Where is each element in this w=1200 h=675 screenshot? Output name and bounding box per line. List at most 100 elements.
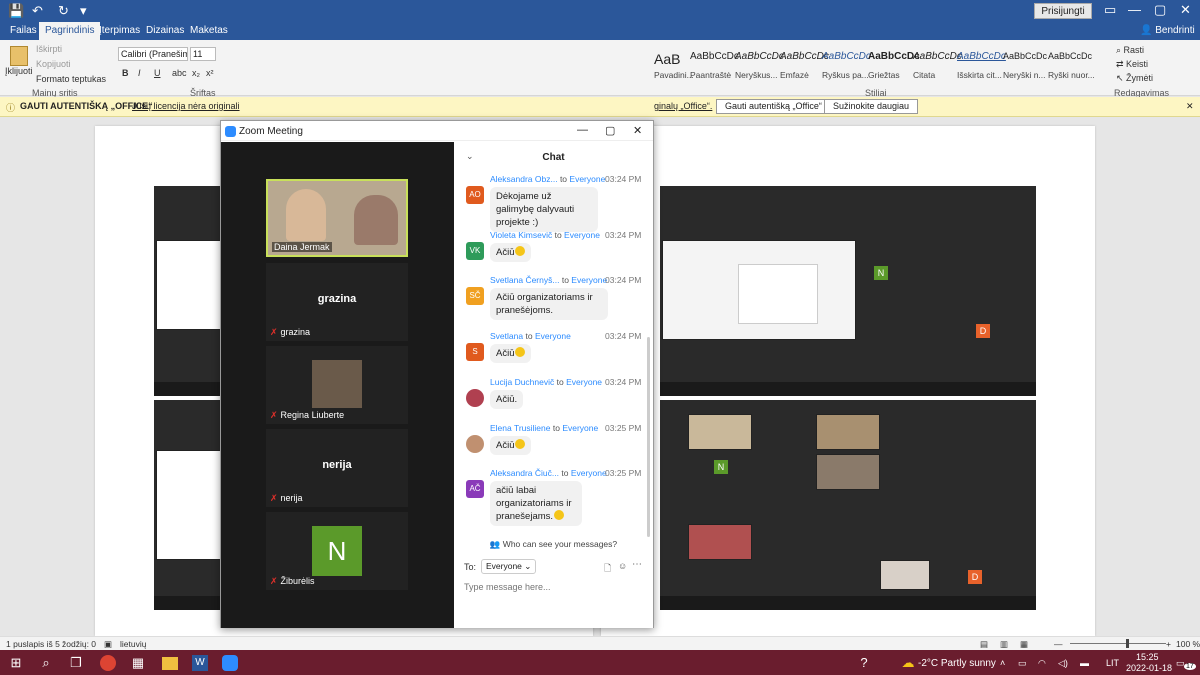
- maximize-icon[interactable]: ▢: [605, 124, 615, 137]
- msgbar-text[interactable]: Jūsų licencija nėra originali: [132, 101, 240, 111]
- msgbar-text-cont[interactable]: ginalų „Office“.: [654, 101, 712, 111]
- participant-tile[interactable]: ✗ Regina Liuberte: [266, 346, 408, 424]
- style-item[interactable]: AaBbCcDc Ryškus pa...: [822, 51, 871, 80]
- zoom-app-icon[interactable]: [222, 655, 238, 671]
- windows-start-icon[interactable]: ⊞: [8, 655, 24, 671]
- search-icon[interactable]: ⌕: [38, 655, 54, 671]
- weather-text[interactable]: -2°C Partly sunny: [918, 658, 996, 669]
- style-item[interactable]: AaBbCcDc Citata: [913, 51, 962, 80]
- style-item[interactable]: AaB Pavadini...: [654, 51, 694, 80]
- participant-tile[interactable]: N ✗ Žiburėlis: [266, 512, 408, 590]
- close-icon[interactable]: ✕: [1180, 2, 1191, 18]
- chat-message-input[interactable]: [464, 579, 644, 595]
- zoom-in-icon[interactable]: +: [1166, 639, 1171, 649]
- format-painter-button[interactable]: Formato teptukas: [36, 74, 106, 84]
- who-can-see-link[interactable]: 👥 Who can see your messages?: [454, 539, 653, 550]
- language-indicator[interactable]: lietuvių: [120, 639, 146, 649]
- font-name-box[interactable]: Calibri (Pranešimų: [118, 47, 188, 61]
- tab-layout[interactable]: Maketas: [190, 25, 228, 36]
- zoom-out-icon[interactable]: —: [1054, 639, 1063, 649]
- style-item[interactable]: AaBbCcDc Griežtas: [868, 51, 920, 80]
- recipient-select[interactable]: Everyone ⌄: [481, 559, 537, 574]
- word-count[interactable]: žodžių: 0: [62, 639, 96, 649]
- replace-button[interactable]: ⇄ Keisti: [1116, 59, 1148, 70]
- avatar: AČ: [466, 480, 484, 498]
- find-button[interactable]: ⌕ Rasti: [1116, 45, 1144, 56]
- italic-icon[interactable]: I: [138, 68, 141, 78]
- close-icon[interactable]: ✕: [1186, 101, 1194, 112]
- style-item[interactable]: AaBbCcDc Neryški n...: [1003, 51, 1047, 80]
- mic-muted-icon: ✗: [270, 410, 278, 420]
- word-status-bar: 1 puslapis iš 5 žodžių: 0 ▣ lietuvių ▤ ▥…: [0, 636, 1200, 650]
- copy-button[interactable]: Kopijuoti: [36, 59, 71, 69]
- chevron-up-icon[interactable]: ˄: [1000, 658, 1005, 668]
- embedded-screenshot[interactable]: N D: [660, 186, 1036, 396]
- weather-icon[interactable]: ☁: [900, 655, 916, 671]
- read-mode-icon[interactable]: ▥: [1000, 639, 1008, 650]
- embedded-screenshot[interactable]: N D: [660, 400, 1036, 610]
- learn-more-button[interactable]: Sužinokite daugiau: [824, 99, 919, 114]
- emoji-icon[interactable]: ☺: [618, 561, 627, 571]
- underline-icon[interactable]: U: [154, 68, 161, 78]
- select-button[interactable]: ↖ Žymėti: [1116, 73, 1153, 84]
- maximize-icon[interactable]: ▢: [1154, 2, 1166, 18]
- help-icon[interactable]: ?: [856, 655, 872, 671]
- strikethrough-icon[interactable]: abc: [172, 68, 187, 78]
- style-item[interactable]: AaBbCcDc Ryški nuor...: [1048, 51, 1095, 80]
- style-item[interactable]: AaBbCcDc Neryškus...: [735, 51, 784, 80]
- store-icon[interactable]: ▦: [130, 655, 146, 671]
- zoom-meeting-window[interactable]: Zoom Meeting — ▢ ✕ Daina Jermak grazina …: [220, 120, 654, 628]
- participant-tile[interactable]: nerija ✗ nerija: [266, 429, 408, 507]
- paste-icon[interactable]: [10, 46, 28, 66]
- zoom-level[interactable]: 100 %: [1176, 639, 1200, 649]
- tab-home[interactable]: Pagrindinis: [39, 22, 101, 40]
- zoom-slider-handle[interactable]: [1126, 639, 1129, 648]
- cut-button[interactable]: Iškirpti: [36, 44, 62, 54]
- chat-scrollbar[interactable]: [647, 337, 650, 537]
- word-icon[interactable]: W: [192, 655, 208, 671]
- participant-tile[interactable]: Daina Jermak: [266, 179, 408, 257]
- sender-name: Aleksandra Čiuč...: [490, 468, 559, 478]
- keyboard-language[interactable]: LIT: [1106, 658, 1119, 668]
- clock-date[interactable]: 2022-01-18: [1126, 663, 1172, 673]
- close-icon[interactable]: ✕: [633, 124, 642, 137]
- paste-button[interactable]: Įklijuoti: [5, 66, 33, 76]
- minimize-icon[interactable]: —: [577, 124, 588, 136]
- tab-design[interactable]: Dizainas: [146, 25, 184, 36]
- ribbon-options-icon[interactable]: ▭: [1104, 2, 1116, 18]
- chrome-icon[interactable]: [100, 655, 116, 671]
- undo-icon[interactable]: ↶: [32, 3, 43, 19]
- save-icon[interactable]: 💾: [8, 3, 24, 19]
- share-button[interactable]: 👤 Bendrinti: [1140, 25, 1195, 36]
- network-icon[interactable]: ▭: [1018, 658, 1027, 669]
- style-item[interactable]: AaBbCcDc Paantraštė: [690, 51, 739, 80]
- proofing-icon[interactable]: ▣: [104, 639, 112, 650]
- customize-icon[interactable]: ▾: [80, 3, 87, 19]
- volume-icon[interactable]: ◁): [1058, 658, 1068, 669]
- task-view-icon[interactable]: ❐: [68, 655, 84, 671]
- superscript-icon[interactable]: x²: [206, 68, 214, 78]
- minimize-icon[interactable]: —: [1128, 2, 1141, 17]
- page-count[interactable]: 1 puslapis iš 5: [6, 639, 60, 649]
- web-layout-icon[interactable]: ▦: [1020, 639, 1028, 650]
- subscript-icon[interactable]: x₂: [192, 68, 200, 78]
- tab-file[interactable]: Failas: [10, 25, 37, 36]
- file-explorer-icon[interactable]: [162, 657, 178, 670]
- bold-icon[interactable]: B: [122, 68, 129, 78]
- redo-icon[interactable]: ↻: [58, 3, 69, 19]
- message-time: 03:24 PM: [605, 377, 642, 387]
- font-size-box[interactable]: 11: [190, 47, 216, 61]
- zoom-title-bar[interactable]: Zoom Meeting — ▢ ✕: [221, 121, 653, 141]
- zoom-slider[interactable]: [1070, 643, 1166, 644]
- style-item[interactable]: AaBbCcDc Išskirta cit...: [957, 51, 1006, 80]
- get-office-button[interactable]: Gauti autentišką „Office“: [716, 99, 831, 114]
- focus-mode-icon[interactable]: ▤: [980, 639, 988, 650]
- file-icon[interactable]: 🗋: [604, 561, 611, 577]
- wifi-icon[interactable]: ◠: [1038, 658, 1046, 669]
- clock-time[interactable]: 15:25: [1136, 652, 1159, 662]
- tab-insert[interactable]: Įterpimas: [99, 25, 140, 36]
- more-icon[interactable]: ⋯: [632, 559, 642, 570]
- participant-tile[interactable]: grazina ✗ grazina: [266, 263, 408, 341]
- battery-icon[interactable]: ▬: [1080, 658, 1089, 668]
- signin-button[interactable]: Prisijungti: [1034, 3, 1092, 19]
